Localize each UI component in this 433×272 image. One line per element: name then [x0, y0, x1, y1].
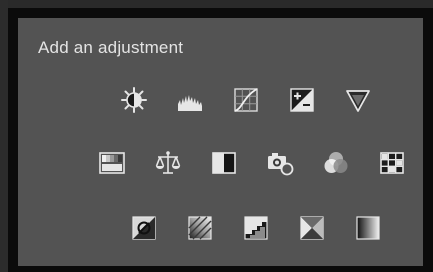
channel-mixer-icon[interactable]: [322, 149, 350, 177]
curves-icon[interactable]: [232, 86, 260, 114]
invert-icon[interactable]: [130, 214, 158, 242]
hue-saturation-icon[interactable]: [98, 149, 126, 177]
brightness-contrast-icon[interactable]: [120, 86, 148, 114]
left-bar: [0, 0, 8, 272]
photo-filter-icon[interactable]: [266, 149, 294, 177]
panel-title: Add an adjustment: [38, 38, 184, 57]
color-lookup-icon[interactable]: [378, 149, 406, 177]
selective-color-icon[interactable]: [298, 214, 326, 242]
color-balance-icon[interactable]: [154, 149, 182, 177]
levels-icon[interactable]: [176, 86, 204, 114]
posterize-icon[interactable]: [186, 214, 214, 242]
threshold-icon[interactable]: [242, 214, 270, 242]
vibrance-icon[interactable]: [344, 86, 372, 114]
adjustments-panel: Add an adjustment: [8, 8, 433, 272]
gradient-map-icon[interactable]: [354, 214, 382, 242]
top-bar: [0, 0, 433, 8]
exposure-icon[interactable]: [288, 86, 316, 114]
black-white-icon[interactable]: [210, 149, 238, 177]
